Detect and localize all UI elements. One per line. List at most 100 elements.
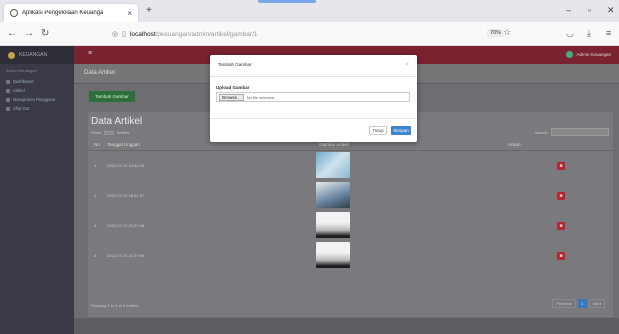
table-row: 3 2022-07-24 21:37:45 ■ <box>88 212 613 240</box>
minimize-icon[interactable]: – <box>566 5 571 15</box>
table-card: Data Artikel Show entries Search: No Tan… <box>88 112 613 317</box>
screen: Aplikasi Pengelolaan Keuanga × + – ▫ ✕ ←… <box>0 0 619 334</box>
hamburger-icon[interactable]: ≡ <box>88 50 92 57</box>
browser-tabbar: Aplikasi Pengelolaan Keuanga × + – ▫ ✕ <box>0 0 619 22</box>
show-label: Show <box>91 130 102 135</box>
modal-close-icon[interactable]: × <box>405 62 409 68</box>
entries-control: Show entries <box>91 130 129 135</box>
row-date: 2022-07-24 21:37:45 <box>107 223 145 228</box>
download-icon[interactable]: ⤓ <box>587 28 591 39</box>
delete-button[interactable]: ■ <box>557 252 565 260</box>
article-thumbnail <box>316 152 350 178</box>
shield-icon: ◎ <box>112 31 119 38</box>
users-icon <box>6 97 10 102</box>
modal-header: Tambah Gambar × <box>210 55 417 77</box>
col-no[interactable]: No <box>94 142 100 147</box>
trash-icon: ■ <box>559 223 563 229</box>
browser-navbar: ← → ↻ ◎ ▯ localhost/pkeuangan/admin/arti… <box>0 22 619 46</box>
logout-icon <box>6 106 10 111</box>
next-page-button[interactable]: Next <box>588 299 605 308</box>
table-row: 4 2022-07-24 21:37:59 ■ <box>88 242 613 270</box>
prev-page-button[interactable]: Previous <box>552 299 576 308</box>
maximize-icon[interactable]: ▫ <box>588 5 591 15</box>
window-accent <box>258 0 316 3</box>
col-action[interactable]: Action <box>508 142 521 147</box>
article-thumbnail <box>316 242 350 268</box>
logo-icon <box>8 51 15 59</box>
brand-label: KEUANGAN <box>19 52 48 58</box>
avatar <box>566 51 574 58</box>
delete-button[interactable]: ■ <box>557 222 565 230</box>
row-date: 2022-07-24 14:34:25 <box>107 163 145 168</box>
pocket-icon[interactable]: ◡ <box>566 28 574 39</box>
upload-modal: Tambah Gambar × Upload Gambar Browse... … <box>210 55 417 142</box>
delete-button[interactable]: ■ <box>557 162 565 170</box>
row-no: 3 <box>94 223 97 228</box>
sidebar-section: Admin Keuangan <box>6 68 37 73</box>
url-host: localhost <box>129 30 156 38</box>
article-thumbnail <box>316 182 350 208</box>
sidebar-item-label: Dashboard <box>13 79 34 84</box>
article-thumbnail <box>316 212 350 238</box>
browser-tab[interactable]: Aplikasi Pengelolaan Keuanga × <box>4 4 138 22</box>
article-icon <box>6 88 10 93</box>
row-date: 2022-07-24 16:31:07 <box>107 193 145 198</box>
url-bar[interactable]: ◎ ▯ localhost/pkeuangan/admin/artikel/ga… <box>108 25 534 43</box>
sidebar-item-label: Manajemen Pengguna <box>13 97 56 102</box>
app-footer <box>74 318 619 334</box>
modal-body: Upload Gambar Browse... No file selected… <box>210 77 417 102</box>
row-no: 4 <box>94 253 97 258</box>
sidebar-item-artikel[interactable]: Artikel <box>0 86 74 95</box>
save-button[interactable]: Simpan <box>391 126 411 135</box>
menu-icon[interactable]: ≡ <box>606 28 611 38</box>
user-menu[interactable]: Admin Keuangan <box>566 51 611 58</box>
close-button[interactable]: Tutup <box>369 126 387 135</box>
add-image-button[interactable]: Tambah Gambar <box>89 91 135 102</box>
sidebar-item-label: Artikel <box>13 88 25 93</box>
col-date[interactable]: Tanggal Unggah <box>107 142 140 147</box>
url-text: localhost/pkeuangan/admin/artikel/gambar… <box>130 31 258 38</box>
sidebar: KEUANGAN Admin Keuangan Dashboard Artike… <box>0 46 74 334</box>
sidebar-item-shipout[interactable]: Ship Out <box>0 104 74 113</box>
modal-title: Tambah Gambar <box>218 62 252 67</box>
page-icon: ▯ <box>122 31 126 38</box>
sidebar-brand[interactable]: KEUANGAN <box>0 46 74 64</box>
reload-icon[interactable]: ↻ <box>41 28 49 39</box>
dashboard-icon <box>6 79 10 84</box>
file-status: No file selected. <box>246 94 276 100</box>
zoom-level[interactable]: 70% <box>487 29 505 37</box>
col-image[interactable]: Gambar Artikel <box>319 142 349 147</box>
card-title: Data Artikel <box>91 116 143 127</box>
pagination: Previous 1 Next <box>552 299 605 308</box>
sidebar-item-users[interactable]: Manajemen Pengguna <box>0 95 74 104</box>
tab-close-icon[interactable]: × <box>127 9 132 18</box>
arrow-right-icon[interactable]: → <box>24 28 34 39</box>
user-name: Admin Keuangan <box>576 52 611 57</box>
search-label: Search: <box>534 129 548 135</box>
window-close-icon[interactable]: ✕ <box>607 5 615 16</box>
tab-title: Aplikasi Pengelolaan Keuanga <box>22 10 104 16</box>
sidebar-item-label: Ship Out <box>13 106 30 111</box>
file-input[interactable]: Browse... No file selected. <box>216 92 410 102</box>
table-row: 1 2022-07-24 14:34:25 ■ <box>88 152 613 180</box>
globe-icon <box>10 9 18 17</box>
row-date: 2022-07-24 21:37:59 <box>107 253 145 258</box>
browse-button[interactable]: Browse... <box>219 93 244 101</box>
bookmark-star-icon[interactable]: ☆ <box>503 27 511 38</box>
trash-icon: ■ <box>559 253 563 259</box>
table-search: Search: <box>534 128 609 136</box>
current-page-button[interactable]: 1 <box>577 299 587 308</box>
search-input[interactable] <box>551 128 609 136</box>
delete-button[interactable]: ■ <box>557 192 565 200</box>
sidebar-item-dashboard[interactable]: Dashboard <box>0 77 74 86</box>
trash-icon: ■ <box>559 193 563 199</box>
trash-icon: ■ <box>559 163 563 169</box>
arrow-left-icon[interactable]: ← <box>7 28 17 39</box>
entries-label: entries <box>117 130 130 135</box>
table-row: 2 2022-07-24 16:31:07 ■ <box>88 182 613 210</box>
table-info: Showing 1 to 4 of 4 entries <box>91 303 139 308</box>
modal-footer: Tutup Simpan <box>210 118 417 142</box>
row-no: 2 <box>94 193 97 198</box>
entries-select[interactable] <box>104 130 115 135</box>
new-tab-button[interactable]: + <box>146 5 152 16</box>
